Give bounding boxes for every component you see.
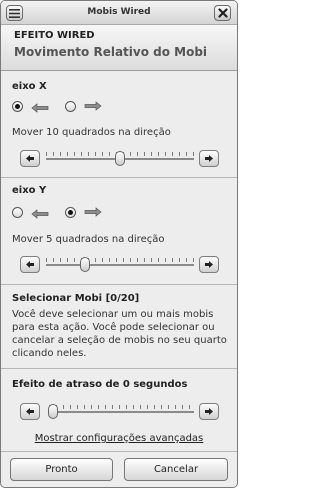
- wired-dialog: Mobis Wired EFEITO WIRED Movimento Relat…: [0, 0, 238, 488]
- delay-increase-button[interactable]: [199, 403, 219, 420]
- slider-track: [49, 411, 194, 413]
- axis-x-increase-button[interactable]: [199, 150, 219, 167]
- slider-ticks: [46, 258, 194, 262]
- select-mobi-text-3: cancelar a seleção de mobis no seu quart…: [12, 335, 227, 346]
- axis-y-radio-right[interactable]: [65, 207, 76, 218]
- select-mobi-title: Selecionar Mobi [0/20]: [12, 293, 140, 304]
- axis-x-decrease-button[interactable]: [20, 150, 40, 167]
- cancel-button[interactable]: Cancelar: [124, 458, 228, 481]
- effect-name: Movimento Relativo do Mobi: [14, 45, 208, 59]
- axis-x-radio-right[interactable]: [65, 101, 76, 112]
- axis-y-increase-button[interactable]: [199, 256, 219, 273]
- axis-y-title: eixo Y: [12, 185, 47, 196]
- axis-y-move-label: Mover 5 quadrados na direção: [12, 234, 165, 245]
- slider-thumb[interactable]: [80, 257, 90, 272]
- select-mobi-text-1: Você deve selecionar um ou mais mobis: [12, 309, 214, 320]
- axis-y-decrease-button[interactable]: [20, 256, 40, 273]
- arrow-right-icon: [84, 101, 102, 111]
- slider-thumb[interactable]: [48, 404, 58, 419]
- close-icon: [217, 8, 228, 18]
- delay-decrease-button[interactable]: [20, 403, 40, 420]
- separator: [1, 451, 237, 452]
- title-bar[interactable]: Mobis Wired: [1, 1, 237, 25]
- close-button[interactable]: [214, 5, 231, 21]
- slider-thumb[interactable]: [115, 151, 125, 166]
- arrow-left-icon: [31, 209, 49, 219]
- chevron-left-icon: [26, 155, 34, 162]
- slider-track: [46, 264, 194, 266]
- chevron-left-icon: [26, 261, 34, 268]
- select-mobi-text-2: para esta ação. Você pode selecionar ou: [12, 322, 215, 333]
- ok-button[interactable]: Pronto: [10, 458, 113, 481]
- window-title: Mobis Wired: [87, 7, 151, 17]
- axis-y-radio-left[interactable]: [12, 207, 23, 218]
- axis-x-move-label: Mover 10 quadrados na direção: [12, 127, 171, 138]
- chevron-left-icon: [26, 408, 34, 415]
- arrow-right-icon: [84, 207, 102, 217]
- axis-x-title: eixo X: [12, 81, 47, 92]
- effect-type: EFEITO WIRED: [14, 30, 95, 41]
- separator: [1, 284, 237, 285]
- delay-title: Efeito de atraso de 0 segundos: [12, 379, 188, 390]
- arrow-left-icon: [31, 103, 49, 113]
- chevron-right-icon: [205, 155, 213, 162]
- slider-ticks: [49, 405, 194, 409]
- chevron-right-icon: [205, 408, 213, 415]
- select-mobi-text-4: clicando neles.: [12, 348, 87, 359]
- axis-x-radio-left[interactable]: [12, 101, 23, 112]
- advanced-settings-link[interactable]: Mostrar configurações avançadas: [1, 433, 237, 444]
- separator: [1, 177, 237, 178]
- chevron-right-icon: [205, 261, 213, 268]
- effect-header: EFEITO WIRED Movimento Relativo do Mobi: [1, 25, 237, 71]
- separator: [1, 368, 237, 369]
